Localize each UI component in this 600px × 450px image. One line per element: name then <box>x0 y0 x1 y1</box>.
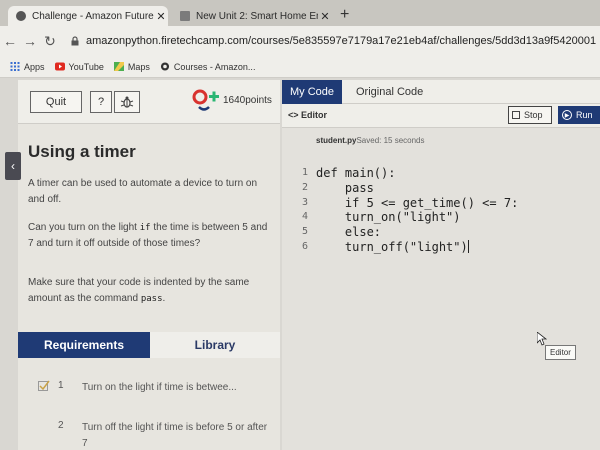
stop-icon <box>512 111 520 119</box>
reload-icon[interactable]: ↻ <box>40 33 60 50</box>
maps-icon <box>113 62 124 71</box>
bug-icon <box>120 96 134 108</box>
challenge-title: Using a timer <box>28 142 136 161</box>
code-line: 5 else: <box>294 225 518 240</box>
tab-my-code[interactable]: My Code <box>282 80 342 104</box>
code-tab-bar: My Code Original Code <box>282 80 600 104</box>
play-icon: ▶ <box>562 110 572 120</box>
code-brackets-icon: <> <box>288 110 302 120</box>
document-icon <box>180 11 190 21</box>
requirements-tab-bar: Requirements Library <box>18 332 280 358</box>
back-icon[interactable]: ← <box>0 33 20 49</box>
browser-tab-bar: Challenge - Amazon Future Engi ✕ New Uni… <box>0 0 600 26</box>
editor-label: <> Editor <box>288 110 328 120</box>
tab-title: Challenge - Amazon Future Engi <box>32 10 154 22</box>
instruction-text: A timer can be used to automate a device… <box>28 178 258 205</box>
text-cursor <box>467 239 469 253</box>
new-tab-button[interactable]: + <box>340 6 349 24</box>
instruction-question: Can you turn on the light if the time is… <box>28 222 268 249</box>
apps-grid-icon <box>10 62 20 71</box>
code-text: turn_on("light") <box>316 210 461 225</box>
bug-report-button[interactable] <box>114 91 140 113</box>
challenge-panel: Quit ? 1640points Using a timer A timer … <box>18 80 280 450</box>
browser-tab-unit2[interactable]: New Unit 2: Smart Home Engine ✕ <box>172 6 332 26</box>
code-text: turn_off("light") <box>316 239 468 254</box>
close-icon[interactable]: ✕ <box>318 10 332 23</box>
tab-requirements[interactable]: Requirements <box>18 332 150 358</box>
collapse-panel-icon[interactable]: ‹ <box>5 152 21 180</box>
address-bar: ← → ↻ amazonpython.firetechcamp.com/cour… <box>0 26 600 56</box>
code-text: else: <box>316 225 382 240</box>
requirement-number: 1 <box>58 380 64 391</box>
url-field[interactable]: amazonpython.firetechcamp.com/courses/5e… <box>86 35 596 47</box>
code-line: 2 pass <box>294 181 518 196</box>
file-status: student.pySaved: 15 seconds <box>316 136 425 145</box>
forward-icon[interactable]: → <box>20 33 40 49</box>
code-text: pass <box>316 180 374 195</box>
checkbox-icon <box>38 380 50 391</box>
tab-title: New Unit 2: Smart Home Engine <box>196 10 318 22</box>
help-button[interactable]: ? <box>90 91 112 113</box>
line-number: 2 <box>301 181 308 193</box>
run-button[interactable]: ▶ Run <box>558 106 600 124</box>
code-line: 3 if 5 <= get_time() <= 7: <box>294 196 518 211</box>
code-text: def main(): <box>316 166 396 180</box>
editor-toolbar: <> Editor Stop ▶ Run <box>282 104 600 128</box>
requirement-text: Turn on the light if time is betwee... <box>82 382 237 393</box>
bookmark-maps[interactable]: Maps <box>113 62 150 72</box>
line-number: 1 <box>301 167 308 178</box>
save-status: Saved: 15 seconds <box>356 136 425 145</box>
code-line: 1 def main(): <box>294 166 518 181</box>
code-editor[interactable]: 1 def main(): 2 pass 3 if 5 <= get_time()… <box>294 166 518 255</box>
stop-button[interactable]: Stop <box>508 106 552 124</box>
inline-code: if <box>139 223 151 233</box>
line-number: 6 <box>301 240 308 252</box>
requirement-number: 2 <box>58 420 64 431</box>
points-logo-icon <box>192 89 219 111</box>
code-panel: My Code Original Code <> Editor Stop ▶ Ru… <box>282 80 600 450</box>
challenge-toolbar: Quit ? 1640points <box>18 80 280 124</box>
tab-library[interactable]: Library <box>150 332 280 358</box>
mouse-pointer-icon <box>537 332 547 346</box>
close-icon[interactable]: ✕ <box>154 10 168 23</box>
bookmark-youtube[interactable]: YouTube <box>54 62 104 72</box>
circle-logo-icon <box>160 62 169 71</box>
browser-tab-challenge[interactable]: Challenge - Amazon Future Engi ✕ <box>8 6 168 26</box>
instruction-note: Make sure that your code is indented by … <box>28 277 250 304</box>
points-counter: 1640points <box>223 95 272 106</box>
line-number: 4 <box>301 211 308 223</box>
code-line: 6 turn_off("light") <box>294 239 518 255</box>
code-text: if 5 <= get_time() <= 7: <box>316 195 519 210</box>
site-icon <box>16 11 26 21</box>
editor-tooltip: Editor <box>545 345 576 360</box>
code-line: 4 turn_on("light") <box>294 210 518 225</box>
file-name: student.py <box>316 136 357 145</box>
line-number: 3 <box>301 196 308 208</box>
lock-icon <box>71 36 79 46</box>
bookmarks-bar: Apps YouTube Maps Courses - Amazon... <box>0 56 600 78</box>
bookmark-apps[interactable]: Apps <box>10 62 45 72</box>
bookmark-courses[interactable]: Courses - Amazon... <box>160 62 255 72</box>
youtube-icon <box>54 62 65 71</box>
requirement-text: Turn off the light if time is before 5 o… <box>82 422 268 449</box>
line-number: 5 <box>301 226 308 238</box>
inline-code: pass <box>140 294 163 304</box>
tab-original-code[interactable]: Original Code <box>356 80 423 104</box>
quit-button[interactable]: Quit <box>30 91 82 113</box>
